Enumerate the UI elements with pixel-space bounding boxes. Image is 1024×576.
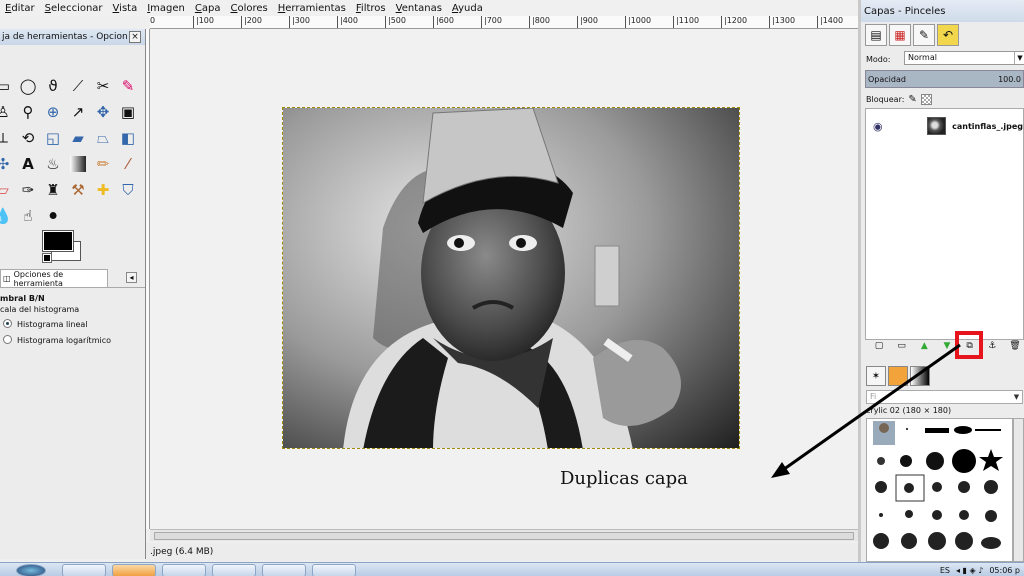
taskbar-app-gimp[interactable]: [262, 564, 306, 576]
foreground-color-swatch[interactable]: [42, 230, 74, 252]
start-button[interactable]: [16, 564, 46, 576]
language-indicator[interactable]: ES: [940, 566, 950, 575]
annotation-arrow: [771, 343, 961, 478]
system-tray: ES ◂ ▮ ◈ ♪ 05:06 p: [848, 563, 1024, 576]
taskbar-app-4[interactable]: [212, 564, 256, 576]
taskbar-app-1[interactable]: [62, 564, 106, 576]
gimp-window: Editar Seleccionar Vista Imagen Capa Colores H…: [0, 0, 1024, 576]
clock[interactable]: 05:06 p: [989, 566, 1020, 575]
tray-icons[interactable]: ◂ ▮ ◈ ♪: [956, 566, 983, 575]
taskbar-app-5[interactable]: [312, 564, 356, 576]
taskbar-app-3[interactable]: [162, 564, 206, 576]
taskbar-app-2[interactable]: [112, 564, 156, 576]
windows-taskbar: ES ◂ ▮ ◈ ♪ 05:06 p: [0, 562, 1024, 576]
